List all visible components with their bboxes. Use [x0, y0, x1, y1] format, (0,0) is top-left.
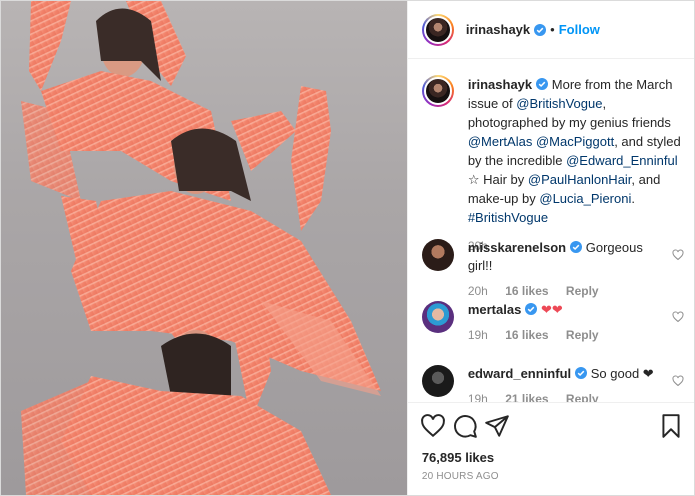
caption-avatar-ring[interactable] [421, 75, 454, 107]
reply-button[interactable]: Reply [566, 328, 599, 342]
comment-body: edward_enninful So good ❤ 19h 21 likes R… [468, 365, 658, 402]
post-date[interactable]: 20 HOURS AGO [422, 471, 499, 482]
like-comment-heart-icon[interactable] [672, 249, 684, 261]
comment-likes[interactable]: 16 likes [505, 284, 548, 298]
reply-button[interactable]: Reply [566, 284, 599, 298]
commenter-avatar[interactable] [421, 239, 454, 271]
author-avatar[interactable] [423, 15, 452, 44]
caption-text: ☆ Hair by [467, 172, 528, 187]
instagram-post: irinashayk • Follow irinashayk More from… [0, 0, 695, 496]
commenter-avatar[interactable] [421, 301, 454, 333]
post-side-panel: irinashayk • Follow irinashayk More from… [406, 1, 694, 495]
comment-time[interactable]: 20h [468, 284, 488, 298]
caption-username[interactable]: irinashayk [468, 77, 532, 92]
author-username[interactable]: irinashayk [466, 22, 530, 37]
post-photo[interactable] [1, 1, 407, 495]
comments-list[interactable]: irinashayk More from the March issue of … [408, 59, 694, 402]
comment-likes[interactable]: 16 likes [505, 328, 548, 342]
bookmark-icon[interactable] [658, 413, 684, 439]
mention-link[interactable]: @BritishVogue [516, 96, 602, 111]
like-comment-heart-icon[interactable] [672, 375, 684, 387]
comment-likes[interactable]: 21 likes [505, 392, 548, 402]
comment-item: mertalas ❤❤ 19h 16 likes Reply [421, 301, 684, 342]
hashtag-link[interactable]: #BritishVogue [468, 210, 548, 225]
verified-badge-icon [570, 241, 583, 253]
share-icon[interactable] [484, 413, 510, 439]
comment-meta: 19h 21 likes Reply [468, 392, 658, 402]
mention-link[interactable]: @Edward_Enninful [566, 153, 677, 168]
separator-dot: • [550, 22, 555, 37]
like-comment-heart-icon[interactable] [672, 311, 684, 323]
mention-link[interactable]: @Lucia_Pieroni [539, 191, 631, 206]
post-actions: 76,895 likes 20 HOURS AGO [407, 402, 694, 495]
comment-meta: 19h 16 likes Reply [468, 328, 658, 342]
verified-badge-icon [536, 78, 549, 90]
verified-badge-icon [525, 303, 538, 315]
post-header: irinashayk • Follow [407, 1, 694, 59]
comment-body: mertalas ❤❤ 19h 16 likes Reply [468, 301, 658, 342]
follow-button[interactable]: Follow [559, 22, 600, 37]
caption-text: . [631, 191, 635, 206]
comment-meta: 20h 16 likes Reply [468, 284, 658, 298]
comment-item: edward_enninful So good ❤ 19h 21 likes R… [421, 365, 684, 402]
fashion-photo-illustration [21, 1, 381, 495]
verified-badge-icon [575, 367, 588, 379]
comment-icon[interactable] [452, 413, 478, 439]
mention-link[interactable]: @MertAlas [468, 134, 533, 149]
commenter-avatar[interactable] [421, 365, 454, 397]
caption-body: irinashayk More from the March issue of … [468, 75, 684, 256]
heart-icon[interactable] [420, 413, 446, 439]
comment-time[interactable]: 19h [468, 328, 488, 342]
commenter-username[interactable]: edward_enninful [468, 366, 571, 381]
comment-text: ❤❤ [540, 302, 563, 317]
reply-button[interactable]: Reply [566, 392, 599, 402]
likes-count[interactable]: 76,895 likes [422, 450, 494, 465]
comment-item: misskarenelson Gorgeous girl!! 20h 16 li… [421, 239, 684, 298]
post-caption: irinashayk More from the March issue of … [421, 75, 684, 256]
comment-text: So good ❤ [590, 366, 654, 381]
commenter-username[interactable]: misskarenelson [468, 240, 566, 255]
comment-body: misskarenelson Gorgeous girl!! 20h 16 li… [468, 239, 658, 298]
caption-avatar[interactable] [423, 77, 452, 105]
comment-time[interactable]: 19h [468, 392, 488, 402]
mention-link[interactable]: @MacPiggott [536, 134, 614, 149]
mention-link[interactable]: @PaulHanlonHair [528, 172, 632, 187]
author-avatar-ring[interactable] [421, 13, 454, 46]
verified-badge-icon [534, 23, 547, 36]
commenter-username[interactable]: mertalas [468, 302, 521, 317]
